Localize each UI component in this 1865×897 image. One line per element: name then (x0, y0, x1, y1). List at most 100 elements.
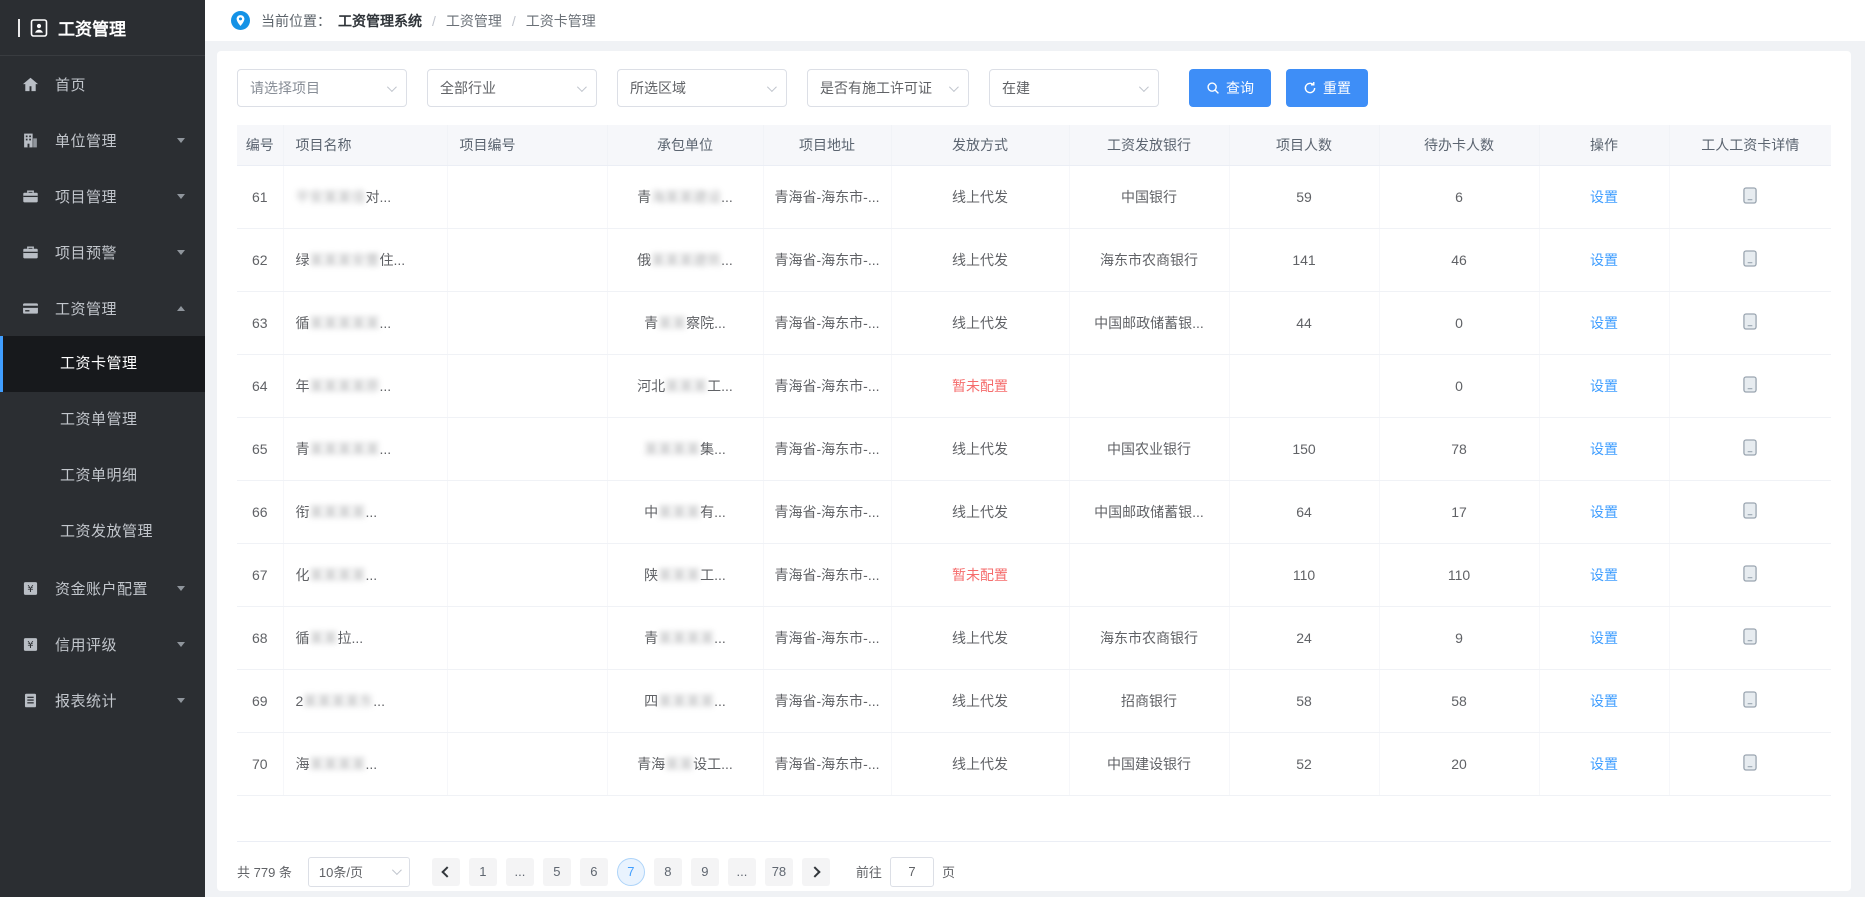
settings-link[interactable]: 设置 (1590, 630, 1618, 646)
blurred-text: 某某 (665, 756, 693, 772)
method-status: 线上代发 (952, 441, 1008, 457)
cell-project-name: 平安某某佳对... (283, 165, 447, 228)
sidebar-item-label: 首页 (55, 74, 185, 95)
blurred-text: 某某 (310, 630, 338, 646)
settings-link[interactable]: 设置 (1590, 756, 1618, 772)
wage-card-detail-icon[interactable] (1743, 254, 1757, 270)
cell-method: 暂未配置 (891, 354, 1069, 417)
cell-card-detail (1669, 606, 1831, 669)
breadcrumb-item-wage-card[interactable]: 工资卡管理 (526, 11, 596, 31)
sidebar-item-unit[interactable]: 单位管理 (0, 112, 205, 168)
breadcrumb-item-wage[interactable]: 工资管理 (446, 11, 502, 31)
cell-people (1229, 354, 1379, 417)
settings-link[interactable]: 设置 (1590, 567, 1618, 583)
building-icon (22, 132, 42, 149)
cell-bank: 海东市农商银行 (1069, 606, 1229, 669)
sidebar-item-label: 项目管理 (55, 186, 177, 207)
sidebar-item-fund[interactable]: ¥资金账户配置 (0, 560, 205, 616)
wage-card-detail-icon[interactable] (1743, 317, 1757, 333)
table-row: 692某某某某东...四某某某某...青海省-海东市-...线上代发招商银行58… (237, 669, 1831, 732)
search-button[interactable]: 查询 (1189, 69, 1271, 107)
settings-link[interactable]: 设置 (1590, 252, 1618, 268)
cell-text: 俄 (637, 252, 651, 268)
svg-text:¥: ¥ (27, 640, 33, 651)
settings-link[interactable]: 设置 (1590, 441, 1618, 457)
cell-id: 62 (237, 228, 283, 291)
region-select[interactable]: 所选区域 (617, 69, 787, 107)
sidebar-item-report[interactable]: 报表统计 (0, 672, 205, 728)
cell-project-name: 年某某某某原... (283, 354, 447, 417)
app-root: 工资管理 首页单位管理项目管理项目预警工资管理工资卡管理工资单管理工资单明细工资… (0, 0, 1865, 897)
col-pending: 待办卡人数 (1379, 125, 1539, 165)
wage-card-detail-icon[interactable] (1743, 380, 1757, 396)
wage-card-detail-icon[interactable] (1743, 506, 1757, 522)
method-status: 暂未配置 (952, 567, 1008, 583)
cell-card-detail (1669, 228, 1831, 291)
prev-page-button[interactable] (432, 858, 460, 886)
project-select[interactable]: 请选择项目 (237, 69, 407, 107)
sidebar-subitem-wage-card[interactable]: 工资卡管理 (0, 336, 205, 392)
next-page-button[interactable] (802, 858, 830, 886)
status-select[interactable]: 在建 (989, 69, 1159, 107)
settings-link[interactable]: 设置 (1590, 693, 1618, 709)
caret-down-icon (177, 698, 185, 703)
breadcrumb-root[interactable]: 工资管理系统 (338, 11, 422, 31)
wage-card-detail-icon[interactable] (1743, 569, 1757, 585)
wage-card-detail-icon[interactable] (1743, 695, 1757, 711)
page-button[interactable]: 78 (765, 858, 793, 886)
chevron-down-icon (392, 865, 402, 875)
table-row: 66衔某某某某...中某某某有...青海省-海东市-...线上代发中国邮政储蓄银… (237, 480, 1831, 543)
goto-page-input[interactable] (890, 857, 934, 887)
blurred-text: 某某某建筑 (651, 252, 721, 268)
reset-button[interactable]: 重置 (1286, 69, 1368, 107)
pagination: 共 779 条 10条/页 1...56789...78 前往 页 (237, 857, 1831, 887)
sidebar-subitem-wage-detail[interactable]: 工资单明细 (0, 448, 205, 504)
goto-page: 前往 页 (856, 857, 955, 887)
industry-select[interactable]: 全部行业 (427, 69, 597, 107)
page-size-select[interactable]: 10条/页 (308, 857, 410, 887)
clipboard-icon (22, 692, 42, 709)
cell-bank: 中国建设银行 (1069, 732, 1229, 795)
sidebar-subitem-wage-sheet[interactable]: 工资单管理 (0, 392, 205, 448)
table-row: 65青某某某某某...某某某某集...青海省-海东市-...线上代发中国农业银行… (237, 417, 1831, 480)
page-button[interactable]: 8 (654, 858, 682, 886)
breadcrumb-separator: / (432, 13, 436, 29)
cell-address: 青海省-海东市-... (763, 165, 891, 228)
sidebar-item-credit[interactable]: ¥信用评级 (0, 616, 205, 672)
page-button[interactable]: 9 (691, 858, 719, 886)
cell-text: 衔 (296, 504, 310, 520)
wage-card-detail-icon[interactable] (1743, 758, 1757, 774)
cell-bank (1069, 543, 1229, 606)
sidebar-item-wage[interactable]: 工资管理 (0, 280, 205, 336)
page-button[interactable]: 6 (580, 858, 608, 886)
page-button[interactable]: 1 (469, 858, 497, 886)
col-id: 编号 (237, 125, 283, 165)
permit-select[interactable]: 是否有施工许可证 (807, 69, 969, 107)
sidebar-item-warning[interactable]: 项目预警 (0, 224, 205, 280)
sidebar-item-home[interactable]: 首页 (0, 56, 205, 112)
cell-project-name: 青某某某某某... (283, 417, 447, 480)
settings-link[interactable]: 设置 (1590, 189, 1618, 205)
cell-action: 设置 (1539, 732, 1669, 795)
cell-project-name: 循某某某某某... (283, 291, 447, 354)
cell-id: 66 (237, 480, 283, 543)
wage-card-detail-icon[interactable] (1743, 632, 1757, 648)
sidebar-item-label: 报表统计 (55, 690, 177, 711)
settings-link[interactable]: 设置 (1590, 504, 1618, 520)
cell-bank: 招商银行 (1069, 669, 1229, 732)
cell-text: 中 (644, 504, 658, 520)
logo-divider (18, 19, 20, 37)
wage-card-detail-icon[interactable] (1743, 443, 1757, 459)
cell-pending: 0 (1379, 291, 1539, 354)
wage-card-detail-icon[interactable] (1743, 191, 1757, 207)
settings-link[interactable]: 设置 (1590, 378, 1618, 394)
blurred-text: 某某某某 (644, 441, 700, 457)
table-row: 63循某某某某某...青某某察院...青海省-海东市-...线上代发中国邮政储蓄… (237, 291, 1831, 354)
settings-link[interactable]: 设置 (1590, 315, 1618, 331)
page-button[interactable]: 5 (543, 858, 571, 886)
page-button[interactable]: 7 (617, 858, 645, 886)
cell-contractor: 青某某察院... (607, 291, 763, 354)
sidebar-item-project[interactable]: 项目管理 (0, 168, 205, 224)
cell-card-detail (1669, 669, 1831, 732)
sidebar-subitem-wage-pay[interactable]: 工资发放管理 (0, 504, 205, 560)
